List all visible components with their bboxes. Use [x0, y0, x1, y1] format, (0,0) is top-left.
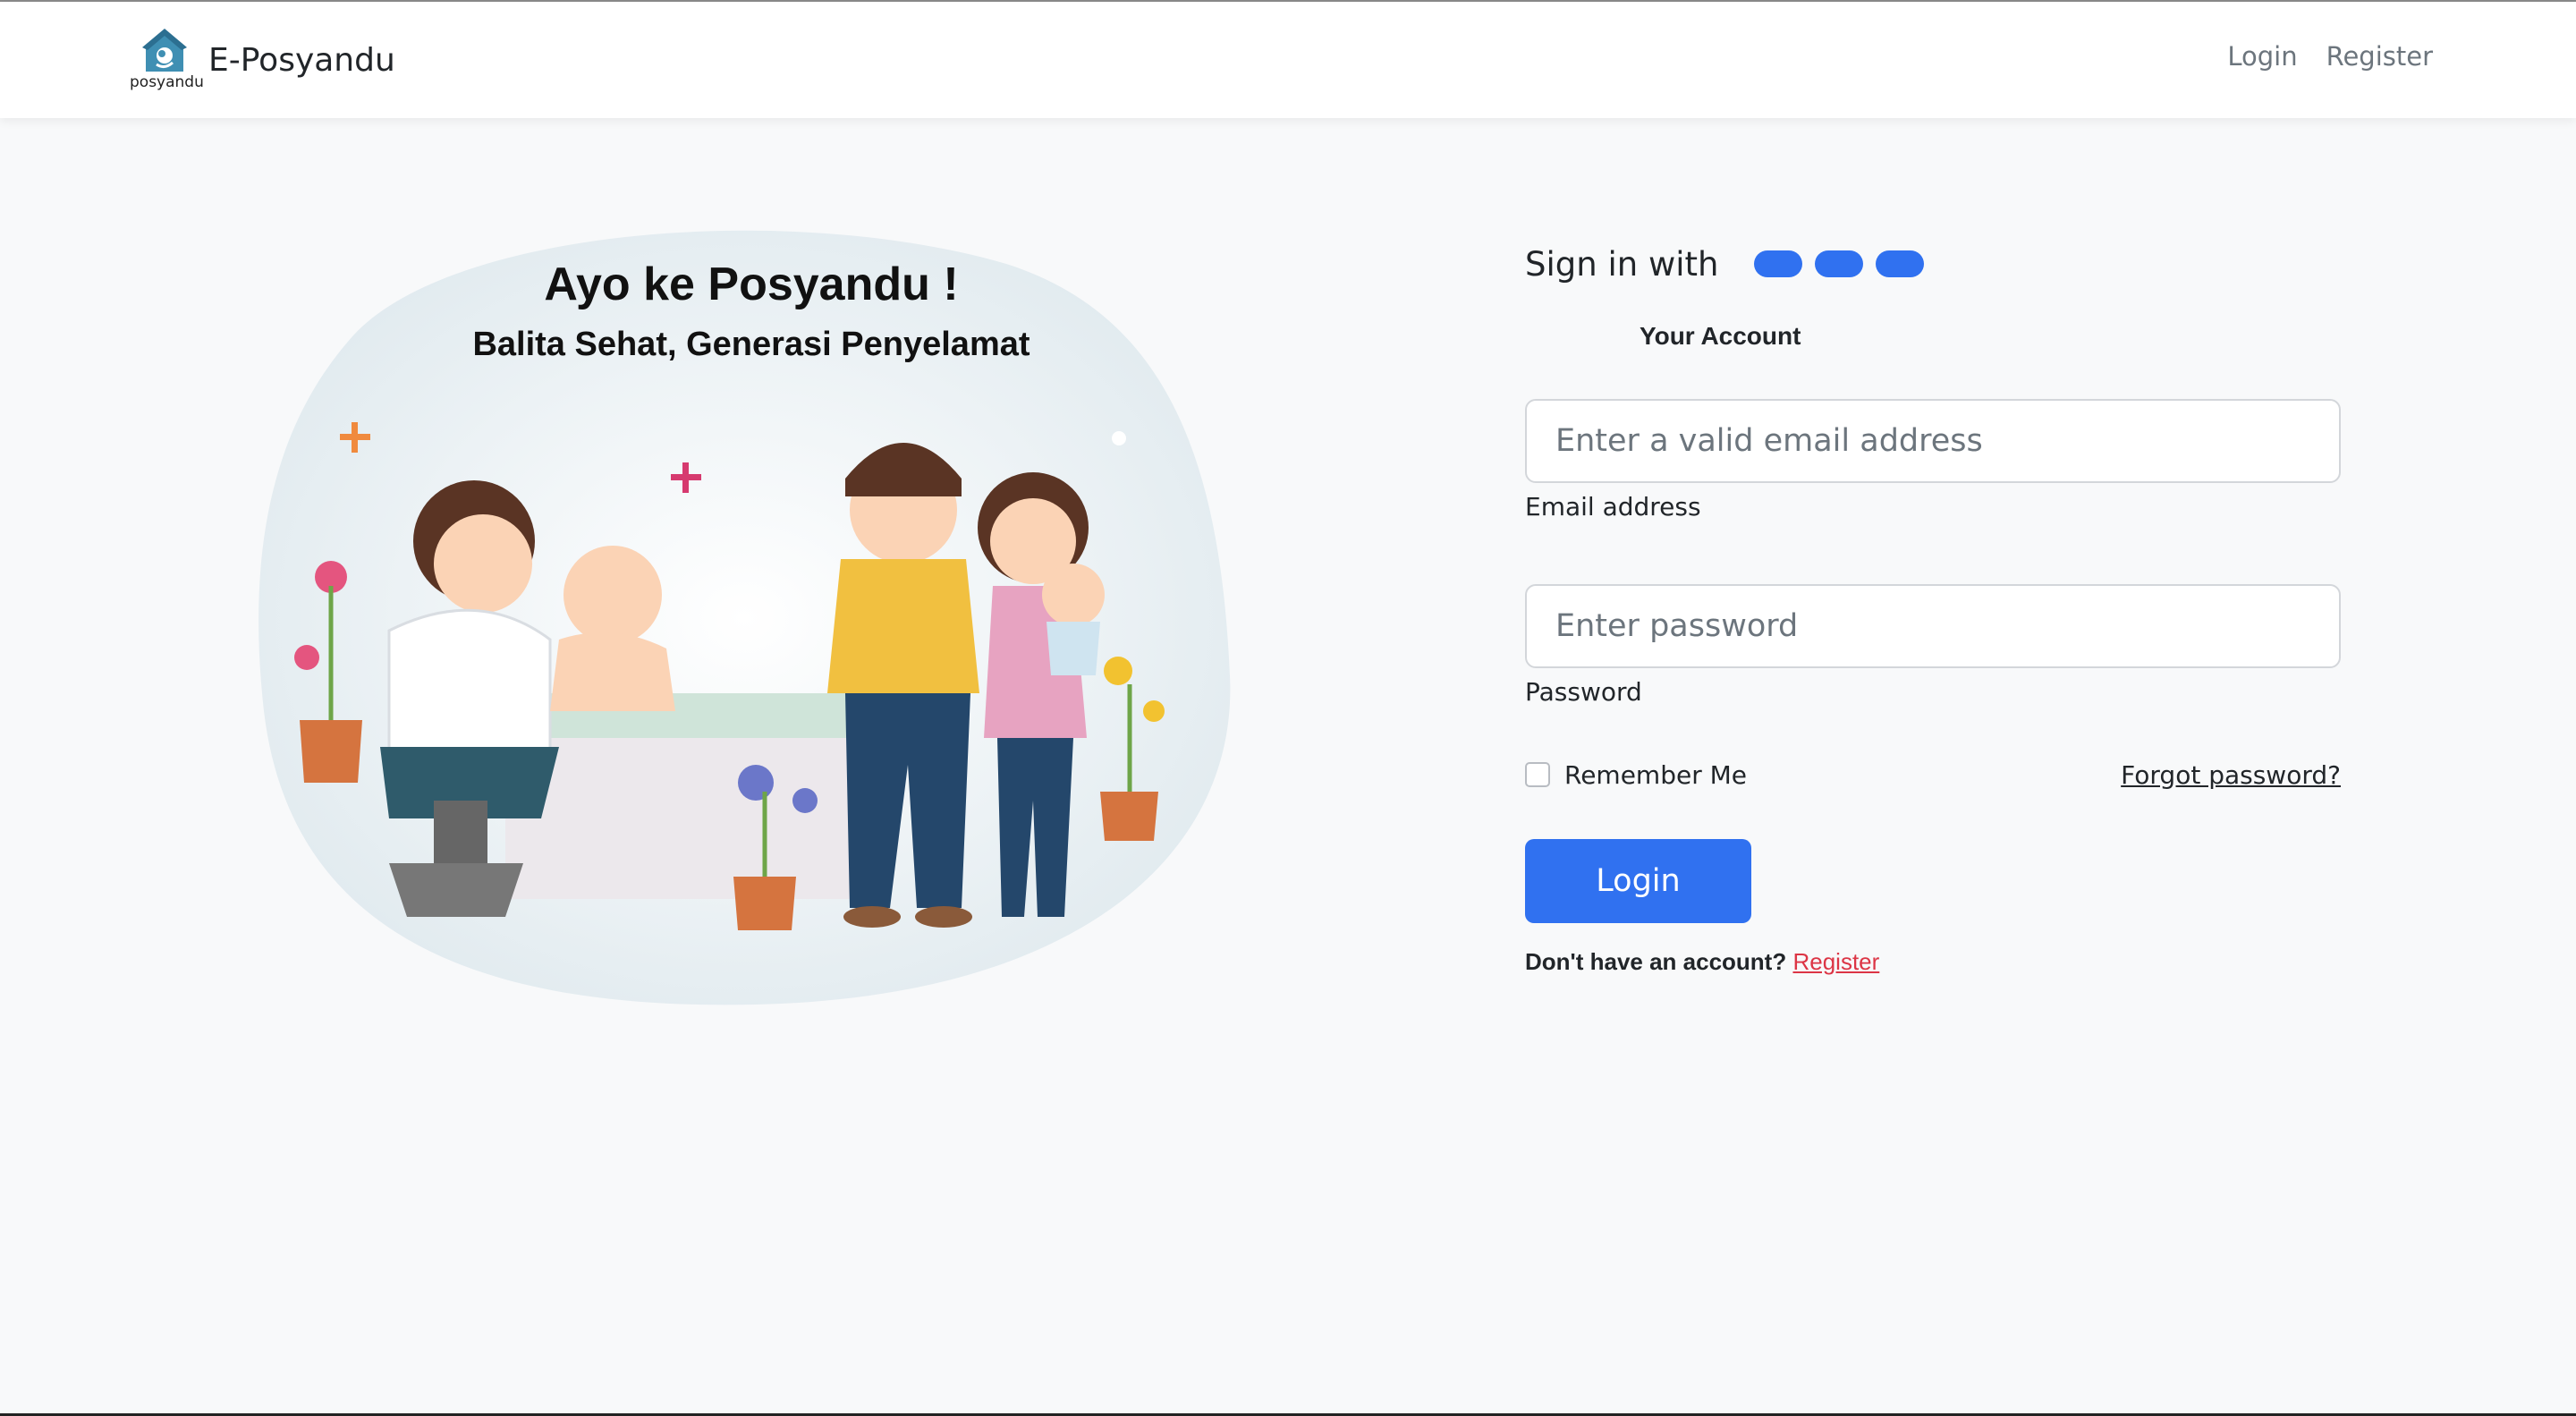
illustration-subline: Balita Sehat, Generasi Penyelamat: [472, 326, 1030, 363]
brand-name: E-Posyandu: [208, 41, 395, 79]
no-account-text: Don't have an account?: [1525, 948, 1787, 975]
social-signin-button-3[interactable]: [1876, 250, 1925, 277]
social-signin-button-2[interactable]: [1815, 250, 1864, 277]
login-button[interactable]: Login: [1525, 839, 1751, 923]
social-buttons: [1754, 250, 1925, 277]
email-input[interactable]: [1525, 399, 2341, 483]
posyandu-logo-icon: posyandu: [130, 29, 204, 91]
register-link[interactable]: Register: [1792, 948, 1879, 975]
illustration-headline: Ayo ke Posyandu !: [544, 259, 958, 310]
remember-me-checkbox[interactable]: [1525, 762, 1550, 787]
illustration-graphic: Ayo ke Posyandu ! Balita Sehat, Generasi…: [258, 230, 1231, 1005]
posyandu-illustration: Ayo ke Posyandu ! Balita Sehat, Generasi…: [255, 210, 1239, 1015]
login-form: Sign in with Your Account Email address …: [1525, 242, 2341, 976]
password-input[interactable]: [1525, 584, 2341, 668]
email-label: Email address: [1525, 492, 1701, 521]
social-signin-button-1[interactable]: [1754, 250, 1803, 277]
signin-label: Sign in with: [1525, 244, 1719, 284]
navbar: posyandu E-Posyandu Login Register: [0, 2, 2576, 118]
social-signin-row: Sign in with: [1525, 242, 2341, 286]
password-label: Password: [1525, 677, 1642, 707]
forgot-password-link[interactable]: Forgot password?: [2121, 760, 2341, 790]
nav-register-link[interactable]: Register: [2326, 41, 2433, 72]
account-heading: Your Account: [1640, 322, 1801, 350]
nav-login-link[interactable]: Login: [2227, 41, 2297, 72]
register-prompt: Don't have an account? Register: [1525, 948, 2341, 976]
remember-row: Remember Me Forgot password?: [1525, 757, 2341, 793]
brand-link[interactable]: posyandu E-Posyandu: [130, 29, 395, 91]
logo-text: posyandu: [130, 73, 204, 91]
remember-me[interactable]: Remember Me: [1525, 760, 1747, 790]
nav-links: Login Register: [2227, 41, 2433, 72]
remember-me-label[interactable]: Remember Me: [1564, 760, 1747, 790]
